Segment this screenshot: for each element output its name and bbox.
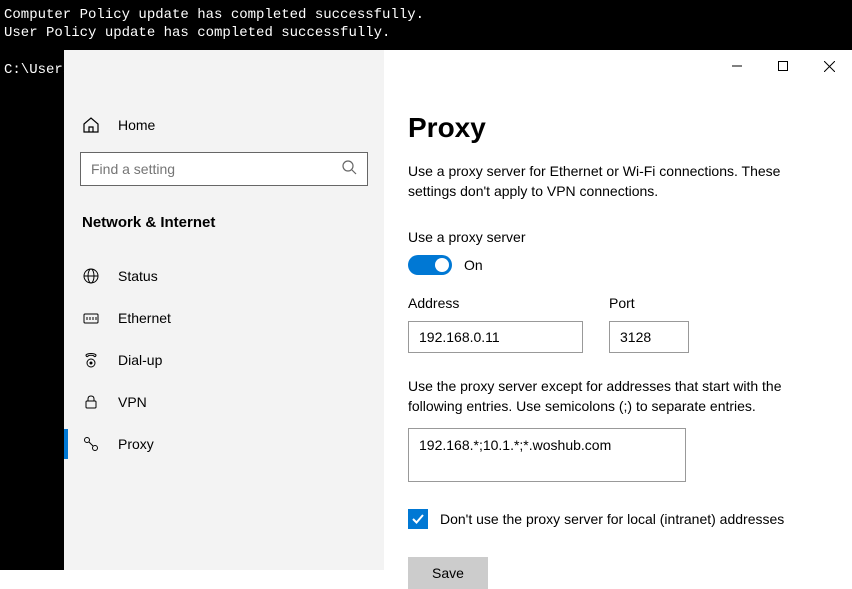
address-input[interactable] — [408, 321, 583, 353]
search-box[interactable] — [80, 152, 368, 186]
nav-label: Status — [118, 268, 158, 284]
sidebar-item-status[interactable]: Status — [80, 255, 368, 297]
address-label: Address — [408, 295, 583, 311]
nav-label: Ethernet — [118, 310, 171, 326]
page-heading: Proxy — [408, 112, 828, 144]
sidebar-section-title: Network & Internet — [80, 214, 368, 231]
ethernet-icon — [82, 309, 100, 327]
window-controls — [714, 50, 852, 82]
maximize-button[interactable] — [760, 50, 806, 82]
status-icon — [82, 267, 100, 285]
nav-label: Proxy — [118, 436, 154, 452]
sidebar-item-vpn[interactable]: VPN — [80, 381, 368, 423]
nav-label: VPN — [118, 394, 147, 410]
sidebar-item-dialup[interactable]: Dial-up — [80, 339, 368, 381]
minimize-button[interactable] — [714, 50, 760, 82]
toggle-state-label: On — [464, 257, 483, 273]
check-icon — [411, 512, 425, 526]
use-proxy-label: Use a proxy server — [408, 229, 828, 245]
sidebar: Home Network & Internet Status Ether — [64, 50, 384, 570]
home-label: Home — [118, 117, 155, 133]
home-icon — [82, 116, 100, 134]
search-input[interactable] — [91, 161, 342, 177]
close-button[interactable] — [806, 50, 852, 82]
exceptions-description: Use the proxy server except for addresse… — [408, 377, 828, 416]
terminal-line: User Policy update has completed success… — [4, 24, 848, 42]
dialup-icon — [82, 351, 100, 369]
proxy-icon — [82, 435, 100, 453]
use-proxy-toggle[interactable] — [408, 255, 452, 275]
page-description: Use a proxy server for Ethernet or Wi-Fi… — [408, 162, 828, 201]
bypass-local-label: Don't use the proxy server for local (in… — [440, 511, 784, 527]
save-button[interactable]: Save — [408, 557, 488, 589]
settings-window: Settings Home Networ — [64, 50, 852, 570]
vpn-icon — [82, 393, 100, 411]
bypass-local-checkbox[interactable] — [408, 509, 428, 529]
port-label: Port — [609, 295, 689, 311]
port-input[interactable] — [609, 321, 689, 353]
sidebar-item-ethernet[interactable]: Ethernet — [80, 297, 368, 339]
search-icon — [342, 160, 357, 178]
terminal-line: Computer Policy update has completed suc… — [4, 6, 848, 24]
nav-label: Dial-up — [118, 352, 162, 368]
toggle-knob — [435, 258, 449, 272]
sidebar-home[interactable]: Home — [80, 110, 368, 152]
exceptions-input[interactable] — [408, 428, 686, 482]
main-panel: Proxy Use a proxy server for Ethernet or… — [384, 50, 852, 570]
sidebar-item-proxy[interactable]: Proxy — [80, 423, 368, 465]
